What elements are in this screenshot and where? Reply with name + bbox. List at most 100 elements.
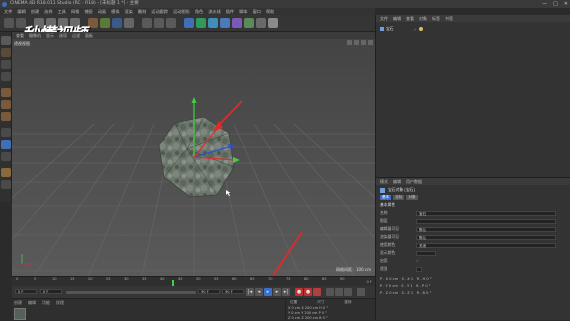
pan-icon[interactable]: [347, 40, 352, 45]
menu-motion-tracker[interactable]: 运动跟踪: [151, 8, 168, 15]
polygons-mode-icon[interactable]: [1, 112, 11, 121]
zoom-icon[interactable]: [354, 40, 359, 45]
pen-spline-icon[interactable]: [196, 18, 206, 28]
perspective-viewport[interactable]: 透视视图 网格间距：100 cm: [12, 39, 375, 276]
object-menu-view[interactable]: 查看: [406, 15, 414, 22]
attr-coord-value[interactable]: 0 °: [425, 284, 430, 288]
solo-icon[interactable]: [1, 168, 11, 177]
camera-icon[interactable]: [256, 18, 266, 28]
close-button[interactable]: ✕: [564, 0, 568, 8]
x-axis-icon[interactable]: [88, 18, 98, 28]
attr-coord-value[interactable]: 0 cm: [389, 277, 398, 281]
maximize-view-icon[interactable]: [368, 40, 373, 45]
attr-tab-basic[interactable]: 基本: [380, 195, 392, 200]
menu-file[interactable]: 文件: [4, 8, 12, 15]
coord-value[interactable]: 0 cm: [292, 316, 301, 320]
viewport-menu-cameras[interactable]: 摄像机: [29, 32, 41, 39]
attr-coord-value[interactable]: 0 °: [426, 291, 431, 295]
object-menu-edit[interactable]: 编辑: [393, 15, 401, 22]
go-to-start-icon[interactable]: |◂: [246, 288, 254, 296]
light-icon[interactable]: [268, 18, 278, 28]
attr-menu-edit[interactable]: 编辑: [393, 178, 401, 185]
object-menu-file[interactable]: 文件: [380, 15, 388, 22]
floor-icon[interactable]: [244, 18, 254, 28]
position-key-icon[interactable]: [326, 288, 334, 296]
end-frame-field[interactable]: 90 F: [198, 289, 220, 294]
viewport-menu-filter[interactable]: 过滤: [72, 32, 80, 39]
start-frame-field[interactable]: 0 F: [40, 289, 62, 294]
minimize-button[interactable]: —: [542, 0, 547, 8]
workplane-icon[interactable]: [1, 72, 11, 81]
display-color-field[interactable]: [416, 251, 436, 256]
attr-tab-object[interactable]: 对象: [406, 195, 418, 200]
current-frame-field[interactable]: 0 F: [15, 289, 37, 294]
enabled-checkbox[interactable]: ✓: [416, 258, 419, 264]
material-menu-function[interactable]: 功能: [42, 300, 50, 306]
attr-menu-mode[interactable]: 模式: [380, 178, 388, 185]
menu-character[interactable]: 角色: [195, 8, 203, 15]
workplane-lock-icon[interactable]: [1, 180, 11, 189]
rotation-key-icon[interactable]: [344, 288, 352, 296]
go-to-end-icon[interactable]: ▸|: [282, 288, 290, 296]
y-axis-icon[interactable]: [100, 18, 110, 28]
menu-script[interactable]: 脚本: [239, 8, 247, 15]
enable-axis-icon[interactable]: [1, 128, 11, 137]
render-picture-viewer-icon[interactable]: [154, 18, 164, 28]
menu-tools[interactable]: 工具: [58, 8, 66, 15]
object-menu-bookmarks[interactable]: 书签: [445, 15, 453, 22]
z-axis-icon[interactable]: [112, 18, 122, 28]
timeline-layout-icon[interactable]: [357, 288, 365, 296]
next-key-icon[interactable]: ▸: [273, 288, 281, 296]
autokey-icon[interactable]: ●: [304, 288, 312, 296]
subdivision-surface-icon[interactable]: [208, 18, 218, 28]
orbit-icon[interactable]: [361, 40, 366, 45]
material-menu-create[interactable]: 创建: [14, 300, 22, 306]
attr-coord-value[interactable]: 0 cm: [389, 284, 398, 288]
scale-key-icon[interactable]: [335, 288, 343, 296]
cube-icon[interactable]: [184, 18, 194, 28]
attr-coord-value[interactable]: 1: [410, 284, 412, 288]
timeline-ruler[interactable]: 0 5 10 15 20 25 30 35 40 45 50 55 60 65 …: [12, 276, 375, 286]
keyframe-selection-icon[interactable]: [313, 288, 321, 296]
menu-select[interactable]: 选择: [44, 8, 52, 15]
previous-key-icon[interactable]: ◂: [255, 288, 263, 296]
menu-window[interactable]: 窗口: [253, 8, 261, 15]
attr-menu-userdata[interactable]: 用户数据: [406, 178, 422, 185]
model-mode-icon[interactable]: [1, 48, 11, 57]
menu-mesh[interactable]: 网格: [71, 8, 79, 15]
array-icon[interactable]: [220, 18, 230, 28]
record-icon[interactable]: ●: [295, 288, 303, 296]
coord-value[interactable]: 0 cm: [292, 306, 301, 310]
render-settings-icon[interactable]: [166, 18, 176, 28]
material-tag-icon[interactable]: [418, 27, 423, 31]
coord-value[interactable]: 200 cm: [305, 316, 318, 320]
play-button[interactable]: ▸: [264, 288, 272, 296]
name-field[interactable]: 宝石: [416, 211, 556, 216]
menu-snap[interactable]: 捕捉: [84, 8, 92, 15]
coord-value[interactable]: 200 cm: [305, 306, 318, 310]
render-view-icon[interactable]: [142, 18, 152, 28]
coord-value[interactable]: 0 °: [323, 316, 328, 320]
edges-mode-icon[interactable]: [1, 100, 11, 109]
material-menu-edit[interactable]: 编辑: [28, 300, 36, 306]
render-visible-select[interactable]: 默认: [416, 235, 556, 240]
frame-range-slider[interactable]: [66, 291, 196, 294]
object-list-item[interactable]: 宝石 ✓: [380, 26, 423, 32]
tweak-mode-icon[interactable]: [1, 140, 11, 149]
attr-coord-value[interactable]: 0 cm: [389, 291, 398, 295]
menu-help[interactable]: 帮助: [266, 8, 274, 15]
snap-icon[interactable]: [1, 152, 11, 161]
menu-render[interactable]: 渲染: [125, 8, 133, 15]
use-color-select[interactable]: 关闭: [416, 243, 556, 248]
menu-sculpt[interactable]: 雕刻: [138, 8, 146, 15]
attr-tab-coord[interactable]: 坐标: [393, 195, 405, 200]
coord-value[interactable]: 0 °: [323, 306, 328, 310]
viewport-menu-panel[interactable]: 面板: [85, 32, 93, 39]
material-menu-texture[interactable]: 纹理: [56, 300, 64, 306]
viewport-menu-options[interactable]: 选项: [59, 32, 67, 39]
menu-mograph[interactable]: 运动图形: [173, 8, 190, 15]
preview-end-field[interactable]: 90 F: [222, 289, 244, 294]
maximize-button[interactable]: □: [553, 0, 558, 8]
viewport-menu-view[interactable]: 查看: [16, 32, 24, 39]
deformer-icon[interactable]: [232, 18, 242, 28]
